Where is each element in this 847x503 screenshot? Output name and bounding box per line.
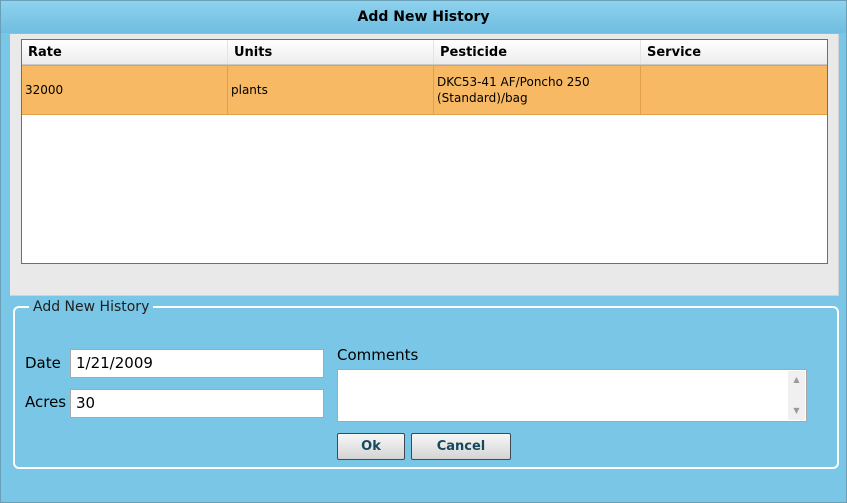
cancel-button[interactable]: Cancel <box>411 433 511 460</box>
fieldset-legend: Add New History <box>29 299 154 315</box>
comments-label: Comments <box>337 346 419 364</box>
table-row[interactable]: 32000 plants DKC53-41 AF/Poncho 250 (Sta… <box>22 65 827 115</box>
cell-pesticide: DKC53-41 AF/Poncho 250 (Standard)/bag <box>434 66 641 114</box>
grid-header: Rate Units Pesticide Service <box>22 40 827 65</box>
cell-rate: 32000 <box>22 66 228 114</box>
date-label: Date <box>25 354 61 372</box>
add-history-fieldset: Add New History Date 1/21/2009 Acres 30 … <box>13 299 839 469</box>
cell-units: plants <box>228 66 434 114</box>
column-header-pesticide[interactable]: Pesticide <box>434 40 641 64</box>
cell-service <box>641 66 827 114</box>
acres-label: Acres <box>25 393 67 411</box>
ok-button[interactable]: Ok <box>337 433 405 460</box>
history-grid: Rate Units Pesticide Service 32000 plant… <box>21 39 828 264</box>
column-header-units[interactable]: Units <box>228 40 434 64</box>
comments-textarea[interactable]: ▲ ▼ <box>337 369 807 422</box>
comments-text <box>338 370 806 376</box>
acres-field[interactable]: 30 <box>70 389 324 418</box>
grid-panel: Rate Units Pesticide Service 32000 plant… <box>10 34 839 296</box>
comments-scrollbar[interactable]: ▲ ▼ <box>788 371 805 420</box>
scroll-up-arrow-icon[interactable]: ▲ <box>788 372 805 388</box>
dialog-title: Add New History <box>1 1 846 33</box>
column-header-rate[interactable]: Rate <box>22 40 228 64</box>
date-field[interactable]: 1/21/2009 <box>70 349 324 378</box>
column-header-service[interactable]: Service <box>641 40 827 64</box>
add-history-dialog: Add New History Rate Units Pesticide Ser… <box>0 0 847 503</box>
scroll-down-arrow-icon[interactable]: ▼ <box>788 403 805 419</box>
